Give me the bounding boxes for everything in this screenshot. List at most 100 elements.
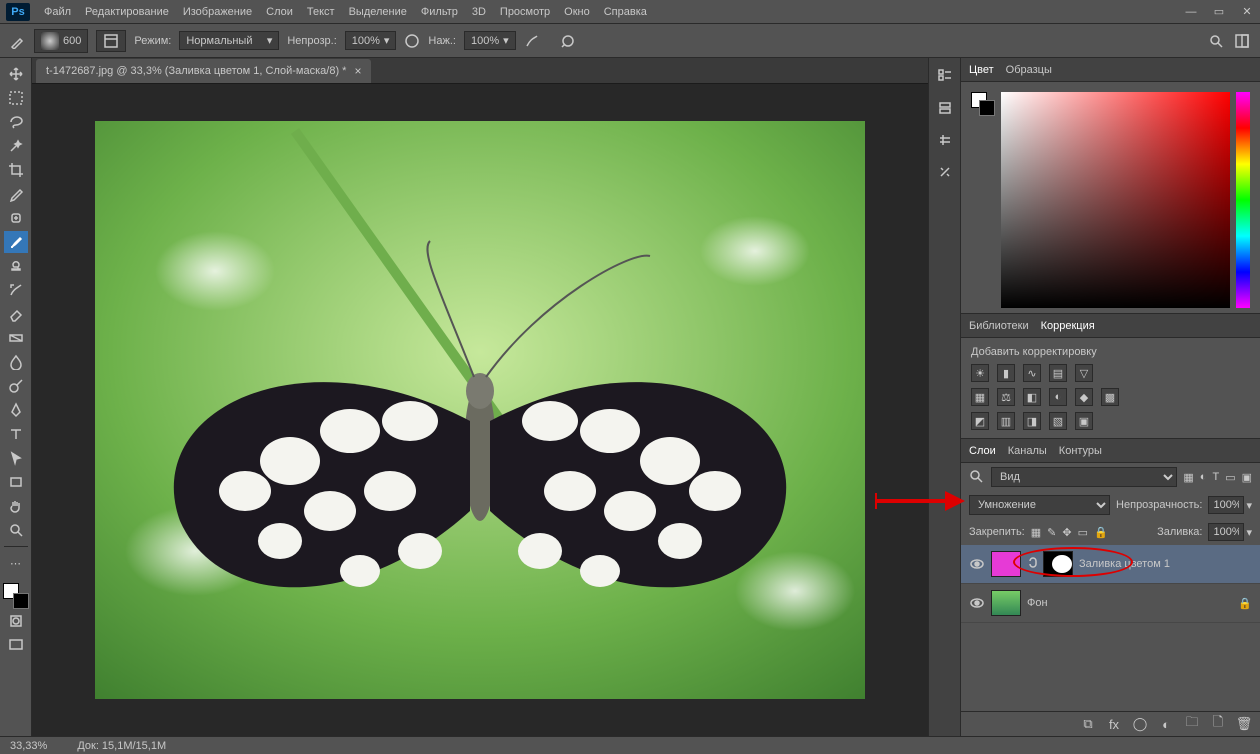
airbrush-icon[interactable] [524, 33, 540, 49]
filter-type-icon[interactable]: T [1212, 471, 1219, 483]
link-layers-icon[interactable]: ⧉ [1080, 716, 1096, 732]
layer-name[interactable]: Заливка цветом 1 [1079, 558, 1170, 570]
vibrance-adjust-icon[interactable]: ▽ [1075, 364, 1093, 382]
pressure-opacity-icon[interactable] [404, 33, 420, 49]
menu-edit[interactable]: Редактирование [85, 6, 169, 18]
blend-mode-select[interactable]: Нормальный▾ [179, 31, 279, 50]
search-icon[interactable] [1208, 33, 1224, 49]
filter-pixel-icon[interactable]: ▦ [1183, 471, 1193, 484]
rectangle-tool[interactable] [4, 471, 28, 493]
curves-adjust-icon[interactable]: ∿ [1023, 364, 1041, 382]
properties-panel-icon[interactable] [935, 98, 955, 118]
maximize-icon[interactable]: ▭ [1212, 5, 1226, 19]
crop-tool[interactable] [4, 159, 28, 181]
hue-slider[interactable] [1236, 92, 1250, 308]
color-field[interactable] [1001, 92, 1230, 308]
threshold-adjust-icon[interactable]: ◨ [1023, 412, 1041, 430]
invert-adjust-icon[interactable]: ◩ [971, 412, 989, 430]
lock-transparency-icon[interactable]: ▦ [1031, 526, 1041, 539]
menu-file[interactable]: Файл [44, 6, 71, 18]
colorbalance-adjust-icon[interactable]: ⚖ [997, 388, 1015, 406]
quickmask-tool[interactable] [4, 610, 28, 632]
posterize-adjust-icon[interactable]: ▥ [997, 412, 1015, 430]
opacity-input[interactable]: 100%▾ [345, 31, 397, 50]
menu-window[interactable]: Окно [564, 6, 590, 18]
layer-fill-thumb[interactable] [991, 551, 1021, 577]
wand-tool[interactable] [4, 135, 28, 157]
tab-swatches[interactable]: Образцы [1006, 64, 1052, 76]
layer-filter-select[interactable]: Вид [991, 467, 1177, 487]
visibility-icon[interactable] [969, 556, 985, 572]
layer-name[interactable]: Фон [1027, 597, 1048, 609]
menu-3d[interactable]: 3D [472, 6, 486, 18]
menu-help[interactable]: Справка [604, 6, 647, 18]
layer-mask-thumb[interactable] [1043, 551, 1073, 577]
exposure-adjust-icon[interactable]: ▤ [1049, 364, 1067, 382]
screenmode-tool[interactable] [4, 634, 28, 656]
lock-artboard-icon[interactable]: ▭ [1078, 526, 1088, 539]
lookup-adjust-icon[interactable]: ▩ [1101, 388, 1119, 406]
menu-text[interactable]: Текст [307, 6, 335, 18]
color-swatch[interactable] [3, 583, 29, 609]
close-tab-icon[interactable]: × [354, 64, 361, 78]
tab-paths[interactable]: Контуры [1059, 445, 1102, 457]
tab-layers[interactable]: Слои [969, 445, 996, 457]
document-tab[interactable]: t-1472687.jpg @ 33,3% (Заливка цветом 1,… [36, 59, 371, 83]
marquee-tool[interactable] [4, 87, 28, 109]
brush-panel-toggle[interactable] [96, 30, 126, 52]
lock-position-icon[interactable]: ✥ [1062, 526, 1071, 539]
menu-view[interactable]: Просмотр [500, 6, 550, 18]
filter-adjust-icon[interactable]: ◐ [1200, 471, 1207, 483]
layer-item[interactable]: Заливка цветом 1 [961, 545, 1260, 584]
brightness-adjust-icon[interactable]: ☀ [971, 364, 989, 382]
fx-icon[interactable]: fx [1106, 716, 1122, 732]
history-brush-tool[interactable] [4, 279, 28, 301]
tab-adjustments[interactable]: Коррекция [1041, 320, 1095, 332]
link-icon[interactable] [1027, 556, 1037, 572]
pen-tool[interactable] [4, 399, 28, 421]
close-icon[interactable]: ✕ [1240, 5, 1254, 19]
minimize-icon[interactable]: — [1184, 5, 1198, 19]
edit-toolbar[interactable]: ⋯ [4, 552, 28, 574]
group-icon[interactable]: 🗀 [1184, 716, 1200, 732]
search-icon[interactable] [969, 469, 985, 485]
tab-libraries[interactable]: Библиотеки [969, 320, 1029, 332]
blur-tool[interactable] [4, 351, 28, 373]
menu-image[interactable]: Изображение [183, 6, 252, 18]
character-panel-icon[interactable] [935, 130, 955, 150]
layer-opacity-input[interactable] [1208, 496, 1244, 514]
lock-all-icon[interactable]: 🔒 [1094, 526, 1108, 539]
menu-select[interactable]: Выделение [349, 6, 407, 18]
move-tool[interactable] [4, 63, 28, 85]
filter-smart-icon[interactable]: ▣ [1242, 471, 1252, 484]
zoom-tool[interactable] [4, 519, 28, 541]
filter-shape-icon[interactable]: ▭ [1225, 471, 1235, 484]
doc-size[interactable]: Док: 15,1М/15,1М [77, 740, 166, 752]
path-select-tool[interactable] [4, 447, 28, 469]
dodge-tool[interactable] [4, 375, 28, 397]
flow-input[interactable]: 100%▾ [464, 31, 516, 50]
layer-blend-mode[interactable]: Умножение [969, 495, 1110, 515]
canvas[interactable] [95, 121, 865, 699]
panel-color-swatch[interactable] [971, 92, 995, 116]
tab-channels[interactable]: Каналы [1008, 445, 1047, 457]
levels-adjust-icon[interactable]: ▮ [997, 364, 1015, 382]
visibility-icon[interactable] [969, 595, 985, 611]
menu-layers[interactable]: Слои [266, 6, 293, 18]
tab-color[interactable]: Цвет [969, 64, 994, 76]
lasso-tool[interactable] [4, 111, 28, 133]
menu-filter[interactable]: Фильтр [421, 6, 458, 18]
mask-icon[interactable]: ◯ [1132, 716, 1148, 732]
layer-item[interactable]: Фон 🔒 [961, 584, 1260, 623]
eraser-tool[interactable] [4, 303, 28, 325]
new-layer-icon[interactable]: 🗋 [1210, 716, 1226, 732]
lock-pixels-icon[interactable]: ✎ [1047, 526, 1056, 539]
workspace-icon[interactable] [1234, 33, 1250, 49]
tools-panel-icon[interactable] [935, 162, 955, 182]
canvas-area[interactable] [32, 84, 928, 736]
pressure-size-icon[interactable] [560, 33, 576, 49]
history-panel-icon[interactable] [935, 66, 955, 86]
delete-layer-icon[interactable]: 🗑 [1236, 716, 1252, 732]
selective-adjust-icon[interactable]: ▣ [1075, 412, 1093, 430]
photofilter-adjust-icon[interactable]: ◐ [1049, 388, 1067, 406]
